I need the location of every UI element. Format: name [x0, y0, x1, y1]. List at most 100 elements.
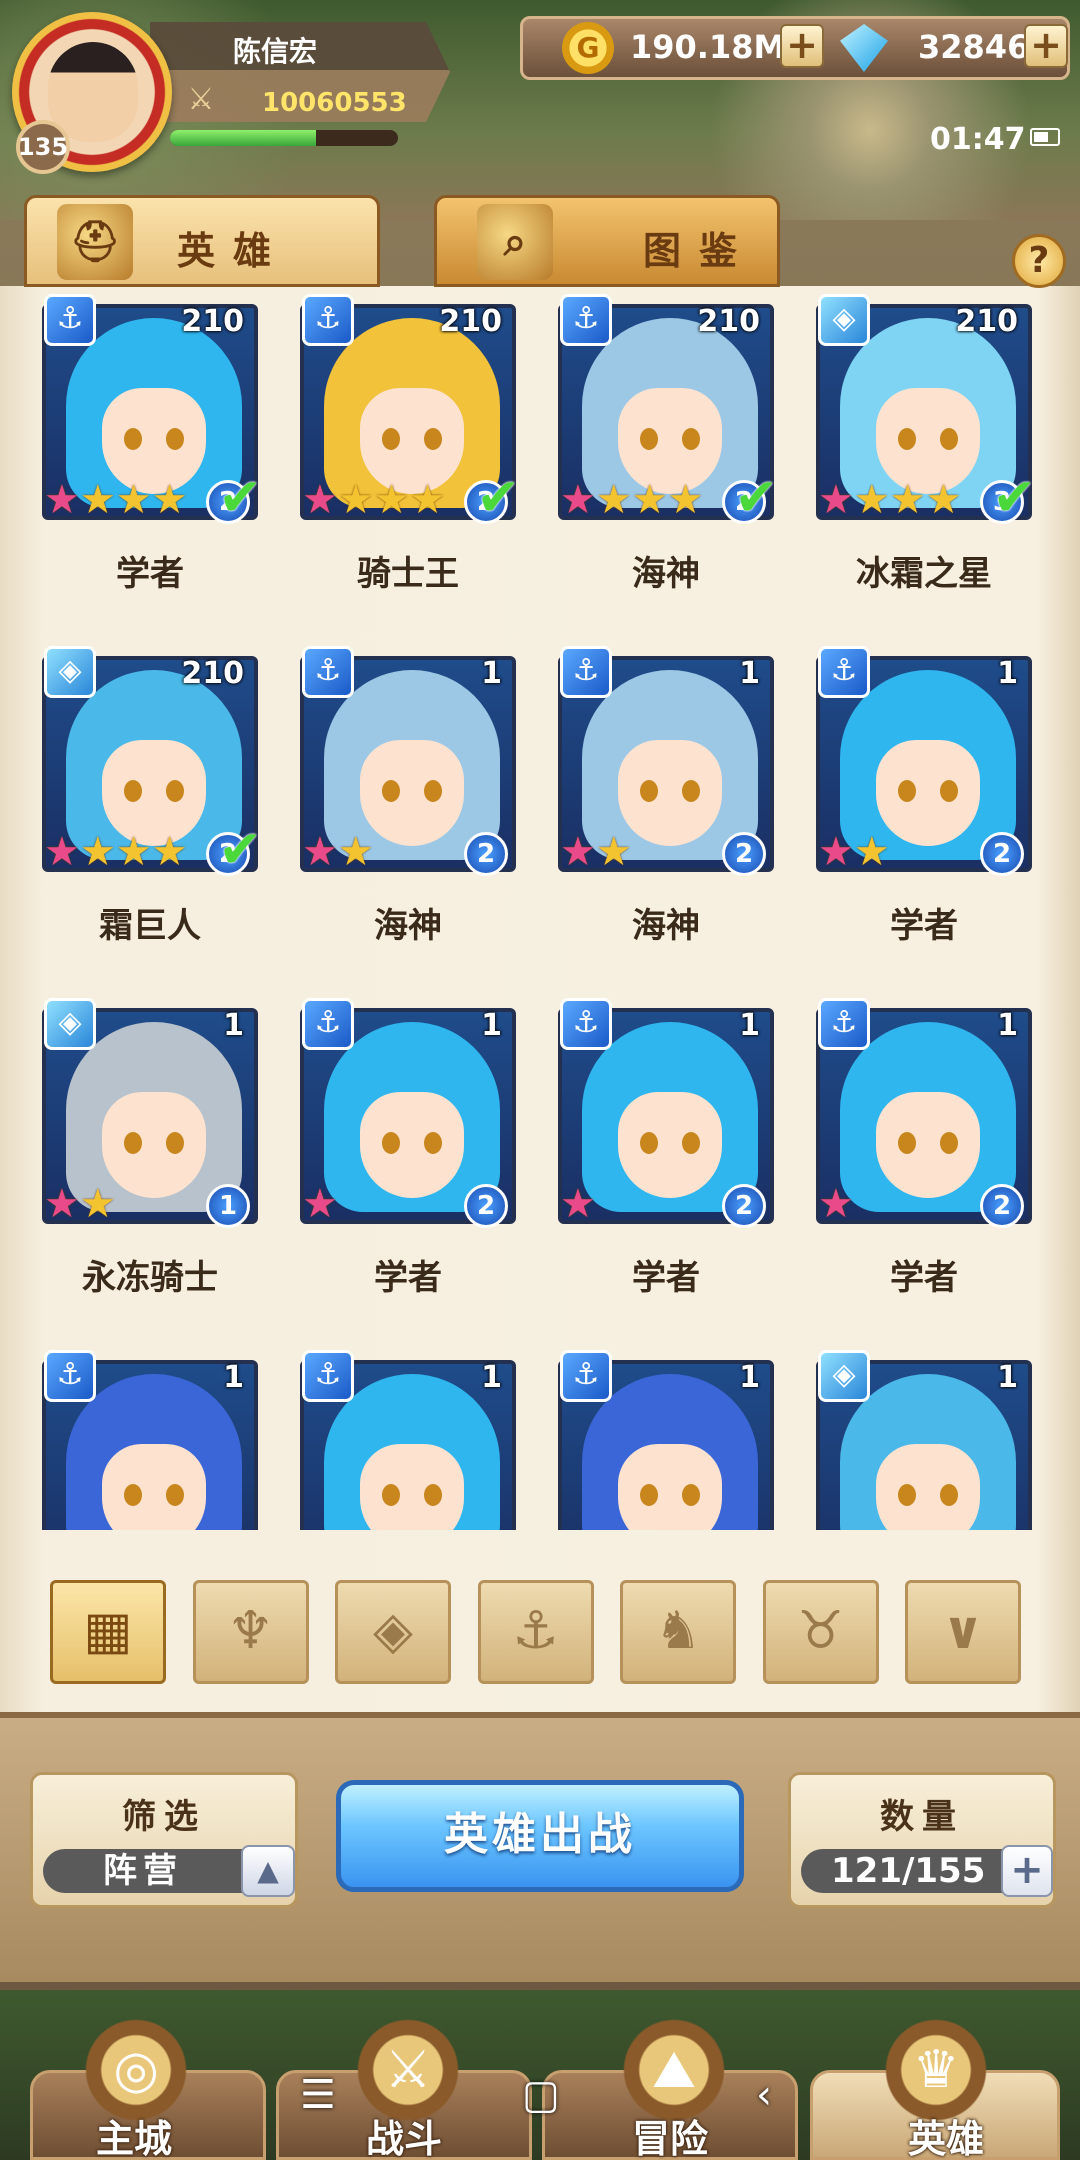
hero-eye	[898, 780, 916, 802]
hero-card[interactable]: ⚓ 210 ★★★★ 2 ✔ 学者	[42, 290, 262, 620]
back-key-icon[interactable]: ‹	[756, 2072, 772, 2118]
hero-name: 骑士王	[357, 554, 459, 594]
hero-name: 学者	[632, 1258, 700, 1298]
hero-rank-badge: 2	[722, 1184, 766, 1228]
filter-button-beast[interactable]: ♞	[620, 1580, 736, 1684]
filter-button-all[interactable]: ▦	[50, 1580, 166, 1684]
battery-icon	[1030, 128, 1060, 146]
hero-card[interactable]: ◈ 210 ★★★★ 3 ✔ 冰霜之星	[816, 290, 1036, 620]
hero-face	[876, 1092, 980, 1198]
hero-card[interactable]: ⚓ 1 ★★ 2 海神	[558, 642, 774, 972]
hero-face	[618, 1444, 722, 1530]
home-key-icon[interactable]: ▢	[522, 2072, 560, 2118]
hero-card[interactable]: ◈ 210 ★★★★ 2 ✔ 霜巨人	[42, 642, 262, 972]
hero-card[interactable]: ⚓ 1	[42, 1346, 258, 1530]
hero-rank-badge: 1	[206, 1184, 250, 1228]
hero-level: 210	[181, 656, 244, 691]
hero-card[interactable]: ⚓ 1 ★★ 2 学者	[816, 642, 1032, 972]
hero-name: 学者	[116, 554, 184, 594]
hero-eye	[124, 1484, 142, 1506]
clock: 01:47	[930, 122, 1026, 157]
anchor-icon: ⚓	[818, 998, 870, 1050]
tab-heroes[interactable]: ⛑ 英雄	[24, 195, 380, 287]
hero-level: 1	[739, 1008, 760, 1043]
tab-codex-label: 图鉴	[643, 229, 756, 273]
anchor-icon: ⚓	[302, 998, 354, 1050]
hero-eye	[382, 428, 400, 450]
deployed-check-icon: ✔	[218, 820, 262, 880]
hero-level: 210	[697, 304, 760, 339]
hero-card[interactable]: ⚓ 1	[300, 1346, 516, 1530]
hero-eye	[940, 1484, 958, 1506]
add-coins-button[interactable]: +	[780, 24, 824, 68]
nav-adventure-label: 冒险	[631, 2117, 708, 2160]
anchor-icon: ⚓	[44, 294, 96, 346]
hero-face	[102, 1092, 206, 1198]
filter-button-wing[interactable]: ∨	[905, 1580, 1021, 1684]
hero-eye	[640, 1132, 658, 1154]
hero-star-rating: ★★★★	[560, 477, 704, 523]
grid-icon: ▦	[83, 1601, 133, 1661]
help-button[interactable]: ?	[1012, 234, 1066, 288]
tab-codex[interactable]: ⌕ 图鉴	[434, 195, 780, 287]
hero-card[interactable]: ⚓ 210 ★★★★ 2 ✔ 海神	[558, 290, 778, 620]
deploy-heroes-button[interactable]: 英雄出战	[336, 1780, 744, 1892]
filter-label: 筛选	[122, 1797, 206, 1837]
hero-card[interactable]: ⚓ 1	[558, 1346, 774, 1530]
hero-rank-badge: 2	[464, 832, 508, 876]
player-name: 陈信宏	[232, 35, 317, 68]
add-gems-button[interactable]: +	[1024, 24, 1068, 68]
filter-button-ice[interactable]: ◈	[335, 1580, 451, 1684]
v-wing-icon: ∨	[941, 1601, 985, 1661]
hero-card[interactable]: ⚓ 1 ★★ 2 海神	[300, 642, 516, 972]
hero-face	[360, 1092, 464, 1198]
hero-eye	[898, 1132, 916, 1154]
hero-eye	[124, 1132, 142, 1154]
hero-card[interactable]: ◈ 1 ★★ 1 永冻骑士	[42, 994, 258, 1324]
hero-card[interactable]: ⚓ 210 ★★★★ 2 ✔ 骑士王	[300, 290, 520, 620]
hero-eye	[166, 1132, 184, 1154]
hero-eye	[682, 1484, 700, 1506]
hero-star-rating: ★★★★	[44, 829, 188, 875]
hero-eye	[640, 1484, 658, 1506]
hero-name: 学者	[890, 1258, 958, 1298]
hero-card[interactable]: ⚓ 1 ★ 2 学者	[558, 994, 774, 1324]
crossed-swords-power-icon: ⚔	[187, 82, 215, 117]
hero-helmet-icon: ⛑	[57, 204, 133, 280]
filter-button-dark[interactable]: ♉	[762, 1580, 879, 1684]
hero-name: 霜巨人	[99, 906, 201, 946]
hero-star-rating: ★★★★	[302, 477, 446, 523]
hero-face	[876, 740, 980, 846]
hero-level: 1	[739, 656, 760, 691]
hero-name: 海神	[374, 906, 442, 946]
menu-key-icon[interactable]: ☰	[300, 2072, 336, 2118]
hero-card[interactable]: ⚓ 1 ★ 2 学者	[816, 994, 1032, 1324]
hero-card[interactable]: ⚓ 1 ★ 2 学者	[300, 994, 516, 1324]
hero-eye	[424, 1132, 442, 1154]
anchor-icon: ⚓	[818, 646, 870, 698]
hero-face	[618, 740, 722, 846]
ice-crystal-icon: ◈	[44, 998, 96, 1050]
chevron-up-icon[interactable]: ▲	[241, 1845, 295, 1897]
hero-level: 1	[481, 1360, 502, 1395]
ice-crystal-icon: ◈	[373, 1601, 413, 1661]
hero-face	[618, 1092, 722, 1198]
anchor-icon: ⚓	[302, 1350, 354, 1402]
hero-star-rating: ★★	[302, 829, 374, 875]
hero-eye	[898, 1484, 916, 1506]
hero-eye	[382, 1132, 400, 1154]
horned-mask-icon: ♉	[797, 1601, 844, 1661]
hero-level: 1	[739, 1360, 760, 1395]
hero-star-rating: ★	[302, 1181, 338, 1227]
hero-card[interactable]: ◈ 1	[816, 1346, 1032, 1530]
hero-eye	[124, 780, 142, 802]
filter-panel: 筛选 阵营 ▲	[30, 1772, 298, 1908]
hero-eye	[166, 780, 184, 802]
filter-button-sea[interactable]: ⚓	[477, 1580, 594, 1684]
anchor-icon: ⚓	[560, 998, 612, 1050]
hero-level: 1	[997, 1360, 1018, 1395]
expand-capacity-button[interactable]: +	[1001, 1845, 1053, 1897]
hero-star-rating: ★★★★	[818, 477, 962, 523]
hero-level: 1	[997, 656, 1018, 691]
filter-button-nature[interactable]: ♆	[192, 1580, 309, 1684]
